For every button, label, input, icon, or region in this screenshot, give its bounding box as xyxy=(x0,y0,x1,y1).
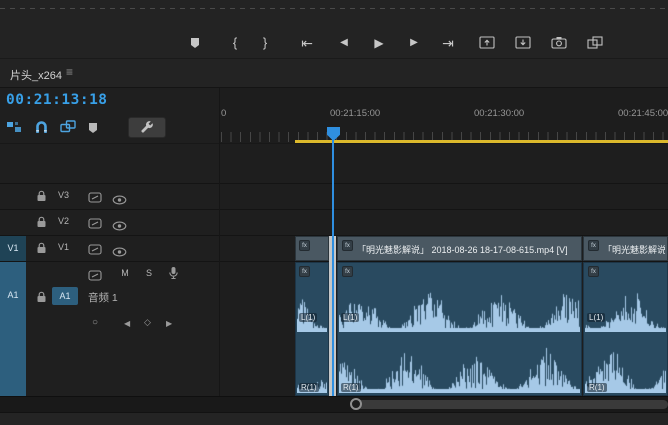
horizontal-scrollbar-track[interactable] xyxy=(0,396,668,412)
track-target-v2[interactable]: V2 xyxy=(58,216,69,226)
ruler-label: 00:21:15:00 xyxy=(330,108,381,119)
fx-badge: fx xyxy=(299,240,310,251)
panel-tab-bar: 片头_x264 ≡ xyxy=(0,58,668,88)
fx-badge: fx xyxy=(588,266,599,277)
clip-title: 「明光魅影解说」 2018-08-26 18-17-08-615.mp4 [V] xyxy=(357,245,568,255)
keyframe-mode-icon[interactable]: ○ xyxy=(92,317,98,328)
channel-label-right: R(1) xyxy=(341,383,361,392)
audio-clip-segment[interactable]: fx L(1) R(1) xyxy=(295,262,329,396)
playhead-timecode[interactable]: 00:21:13:18 xyxy=(6,92,108,108)
time-ruler[interactable]: 0 00:21:15:00 00:21:30:00 00:21:45:00 xyxy=(219,88,668,143)
linked-selection-icon[interactable] xyxy=(60,120,76,138)
panel-dock-divider xyxy=(0,8,668,9)
audio-waveform xyxy=(297,286,327,332)
ruler-separator xyxy=(0,143,668,144)
play-button[interactable]: ▶ xyxy=(369,34,389,52)
snap-icon[interactable] xyxy=(34,120,49,139)
add-marker-button[interactable] xyxy=(185,36,205,52)
goto-in-icon[interactable]: ⇤ xyxy=(297,34,317,52)
track-output-eye-icon[interactable] xyxy=(112,218,127,236)
sync-lock-icon[interactable] xyxy=(88,216,102,234)
sequence-tab[interactable]: 片头_x264 xyxy=(10,67,62,83)
source-patch-a1-label: A1 xyxy=(7,290,19,300)
fx-badge: fx xyxy=(342,240,353,251)
channel-label-left: L(1) xyxy=(299,313,318,322)
clip-title: 「明光魅影解说」 2018-08-26 18-17-08-615.mp4 [V] xyxy=(603,245,665,255)
track-output-eye-icon[interactable] xyxy=(112,192,127,210)
mute-button[interactable]: M xyxy=(118,268,132,278)
video-clip-segment[interactable]: fx 「明光魅影解说」 2018-08-26 18-17-08-615.mp4 … xyxy=(337,236,582,261)
in-out-range-bar[interactable] xyxy=(295,140,668,143)
solo-button[interactable]: S xyxy=(142,268,156,278)
fx-badge: fx xyxy=(342,266,353,277)
zoom-scrollbar-knob[interactable] xyxy=(350,398,362,410)
timeline-settings-button[interactable] xyxy=(128,117,166,138)
voiceover-mic-icon[interactable] xyxy=(168,266,179,285)
sync-lock-icon[interactable] xyxy=(88,268,102,286)
audio-waveform xyxy=(585,286,666,332)
mark-out-button[interactable]: } xyxy=(255,34,275,52)
insert-nest-toggle-icon[interactable] xyxy=(6,120,22,139)
lift-button[interactable] xyxy=(477,36,497,52)
source-patch-v1[interactable]: V1 xyxy=(0,236,26,261)
next-keyframe-icon[interactable]: ▶ xyxy=(166,319,172,328)
lock-icon[interactable] xyxy=(36,241,47,259)
video-clip-segment[interactable]: fx xyxy=(295,236,329,261)
panel-bottom-edge xyxy=(0,412,668,425)
fx-badge: fx xyxy=(588,240,599,251)
premiere-timeline-panel: { } ⇤ ◀ ▶ ▶ ⇥ 片头_x264 ≡ 00:21:13:18 0 00… xyxy=(0,0,668,425)
lock-icon[interactable] xyxy=(36,215,47,233)
channel-label-right: R(1) xyxy=(587,383,607,392)
playhead-line xyxy=(332,128,334,396)
video-clip-segment[interactable]: fx 「明光魅影解说」 2018-08-26 18-17-08-615.mp4 … xyxy=(583,236,668,261)
source-patch-a1[interactable]: A1 xyxy=(0,262,26,396)
goto-out-icon[interactable]: ⇥ xyxy=(438,34,458,52)
lock-icon[interactable] xyxy=(36,290,47,308)
sync-lock-icon[interactable] xyxy=(88,190,102,208)
track-target-v1[interactable]: V1 xyxy=(58,242,69,252)
channel-label-left: L(1) xyxy=(587,313,606,322)
track-target-v3[interactable]: V3 xyxy=(58,190,69,200)
step-forward-icon[interactable]: ▶ xyxy=(404,34,424,52)
audio-waveform xyxy=(339,286,580,332)
mark-in-button[interactable]: { xyxy=(225,34,245,52)
horizontal-scrollbar-handle[interactable] xyxy=(356,400,668,409)
track-separator xyxy=(0,183,668,184)
add-marker-icon[interactable] xyxy=(88,121,98,139)
export-frame-button[interactable] xyxy=(549,36,569,52)
extract-button[interactable] xyxy=(513,36,533,52)
audio-track-name[interactable]: 音频 1 xyxy=(88,290,118,305)
sync-lock-icon[interactable] xyxy=(88,242,102,260)
ruler-label: 0 xyxy=(221,108,227,119)
timeline-header-panel: 00:21:13:18 xyxy=(0,88,219,396)
audio-waveform xyxy=(339,346,580,393)
ruler-label: 00:21:30:00 xyxy=(474,108,525,119)
lock-icon[interactable] xyxy=(36,189,47,207)
panel-menu-icon[interactable]: ≡ xyxy=(66,65,73,79)
track-output-eye-icon[interactable] xyxy=(112,244,127,262)
track-target-a1[interactable]: A1 xyxy=(52,287,78,305)
header-content-divider xyxy=(219,88,220,396)
audio-clip-segment[interactable]: fx L(1) R(1) xyxy=(337,262,582,396)
prev-keyframe-icon[interactable]: ◀ xyxy=(124,319,130,328)
step-back-icon[interactable]: ◀ xyxy=(334,34,354,52)
overlay-edit-button[interactable] xyxy=(585,36,605,52)
wrench-icon xyxy=(141,121,153,133)
channel-label-right: R(1) xyxy=(299,383,319,392)
fx-badge: fx xyxy=(299,266,310,277)
ruler-label: 00:21:45:00 xyxy=(618,108,668,119)
channel-label-left: L(1) xyxy=(341,313,360,322)
add-keyframe-icon[interactable]: ◇ xyxy=(144,317,151,328)
track-separator xyxy=(0,209,668,210)
audio-clip-segment[interactable]: fx L(1) R(1) xyxy=(583,262,668,396)
